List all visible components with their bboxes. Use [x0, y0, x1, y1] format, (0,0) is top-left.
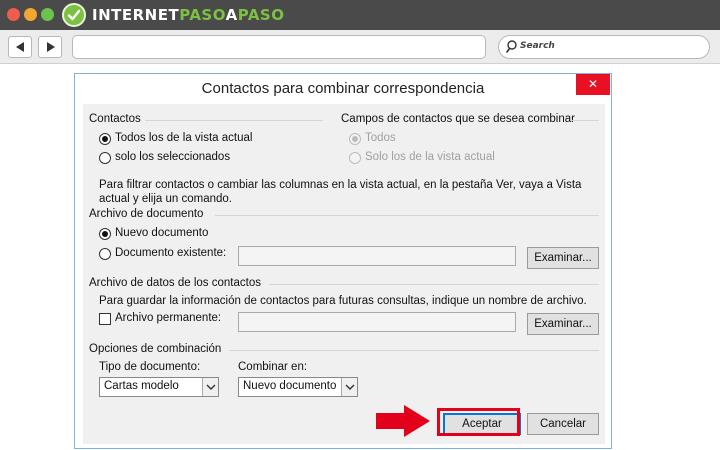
contact-data-note: Para guardar la información de contactos… [99, 295, 587, 307]
merge-options-section-label: Opciones de combinación [89, 343, 222, 355]
browse-document-button[interactable]: Examinar... [527, 247, 599, 269]
dialog-content: Contactos Todos los de la vista actual s… [83, 104, 605, 444]
new-document-label: Nuevo documento [115, 227, 209, 239]
filter-note-line2: actual y elija un comando. [99, 193, 232, 205]
document-file-divider [215, 215, 599, 216]
red-arrow-icon [376, 405, 430, 437]
brand-text-a: A [225, 6, 238, 24]
new-document-radio[interactable] [99, 228, 111, 240]
filter-note-line1: Para filtrar contactos o cambiar las col… [99, 179, 582, 191]
contacts-all-label: Todos los de la vista actual [115, 132, 253, 144]
fields-section-label: Campos de contactos que se desea combina… [341, 113, 575, 125]
brand-logo-icon [62, 3, 86, 27]
browse-data-file-button[interactable]: Examinar... [527, 313, 599, 335]
browser-title-bar: INTERNETPASOAPASO [0, 0, 720, 30]
document-type-label: Tipo de documento: [99, 361, 201, 373]
contacts-divider [145, 120, 323, 121]
forward-arrow-icon [47, 42, 55, 52]
address-bar[interactable] [72, 35, 486, 59]
browser-nav-bar: Search [0, 30, 720, 64]
chevron-down-icon [341, 378, 357, 396]
maximize-window-dot[interactable] [41, 8, 54, 21]
merge-to-select[interactable]: Nuevo documento [238, 377, 358, 397]
chevron-down-icon [202, 378, 218, 396]
permanent-file-label: Archivo permanente: [115, 312, 222, 324]
permanent-file-checkbox[interactable] [99, 313, 111, 325]
existing-document-path-input[interactable] [238, 246, 516, 266]
back-button[interactable] [8, 36, 32, 58]
cancel-button[interactable]: Cancelar [527, 413, 599, 435]
fields-view-label: Solo los de la vista actual [365, 151, 495, 163]
contact-data-section-label: Archivo de datos de los contactos [89, 277, 261, 289]
contacts-selected-label: solo los seleccionados [115, 151, 231, 163]
existing-document-radio[interactable] [99, 248, 111, 260]
document-file-section-label: Archivo de documento [89, 208, 204, 220]
back-arrow-icon [16, 42, 24, 52]
contact-data-divider [269, 284, 599, 285]
permanent-file-path-input[interactable] [238, 312, 516, 332]
contacts-section-label: Contactos [89, 113, 141, 125]
fields-view-radio[interactable] [349, 152, 361, 164]
existing-document-label: Documento existente: [115, 247, 227, 259]
search-input[interactable]: Search [498, 35, 710, 59]
dialog-close-button[interactable]: ✕ [576, 74, 610, 95]
fields-all-label: Todos [365, 132, 396, 144]
document-type-select[interactable]: Cartas modelo [99, 377, 219, 397]
search-placeholder: Search [520, 41, 555, 51]
dialog-title: Contactos para combinar correspondencia [201, 80, 485, 97]
fields-all-radio[interactable] [349, 133, 361, 145]
ok-button-highlight [437, 408, 520, 436]
merge-to-label: Combinar en: [238, 361, 308, 373]
fields-divider [571, 120, 599, 121]
brand-text-paso-2: PASO [237, 6, 285, 24]
close-window-dot[interactable] [7, 8, 20, 21]
document-type-value: Cartas modelo [104, 380, 179, 392]
minimize-window-dot[interactable] [24, 8, 37, 21]
contacts-selected-radio[interactable] [99, 152, 111, 164]
mail-merge-contacts-dialog: Contactos para combinar correspondencia … [74, 73, 612, 449]
merge-to-value: Nuevo documento [243, 380, 337, 392]
forward-button[interactable] [38, 36, 62, 58]
brand-text-paso: PASO [179, 6, 226, 24]
search-icon [506, 40, 517, 53]
contacts-all-radio[interactable] [99, 133, 111, 145]
merge-options-divider [229, 350, 599, 351]
brand-name: INTERNETPASOAPASO [92, 6, 284, 24]
brand-text-internet: INTERNET [92, 6, 180, 24]
